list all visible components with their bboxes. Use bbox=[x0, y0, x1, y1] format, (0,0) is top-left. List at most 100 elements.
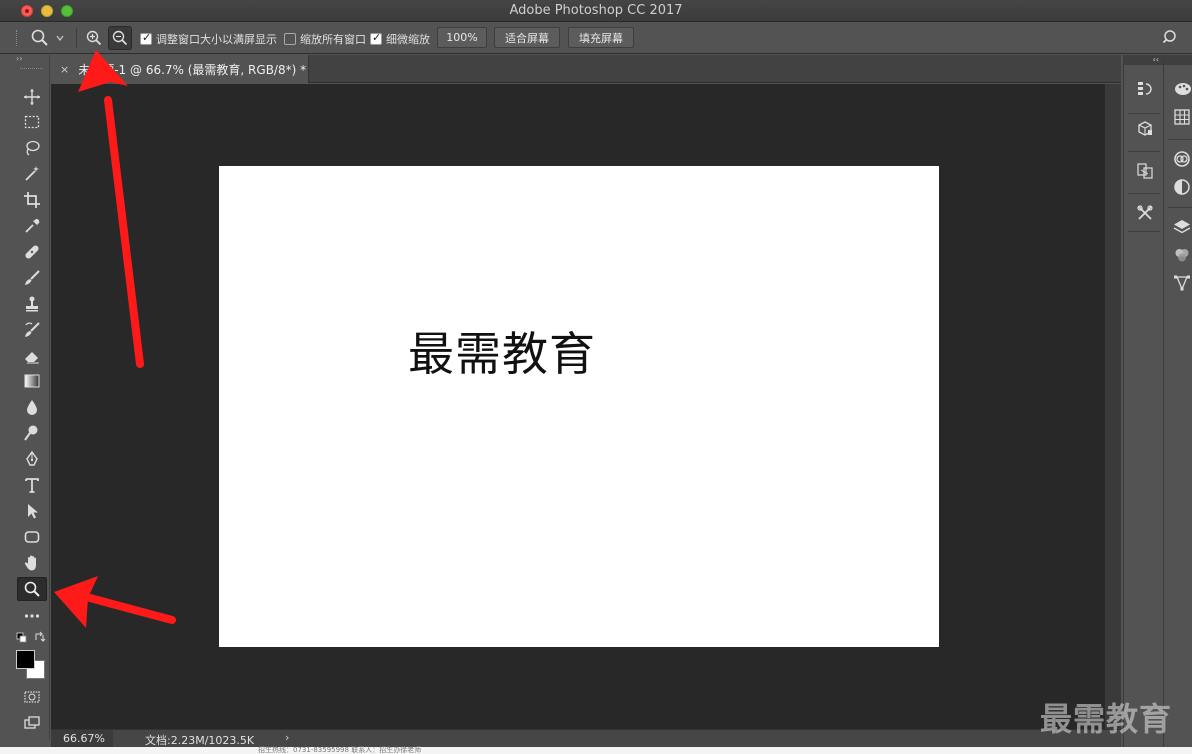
scrubby-zoom-label: 细微缩放 bbox=[386, 33, 430, 46]
rectangle-tool-button[interactable] bbox=[17, 525, 47, 549]
options-grip[interactable] bbox=[16, 30, 18, 46]
swatches-panel-button[interactable] bbox=[1172, 107, 1192, 127]
toolbar-grip[interactable] bbox=[20, 68, 43, 72]
document-size-info: 文档:2.23M/1023.5K bbox=[145, 734, 255, 747]
vertical-scrollbar[interactable] bbox=[1104, 84, 1121, 729]
lasso-tool-button[interactable] bbox=[17, 136, 47, 160]
dodge-icon bbox=[24, 425, 38, 441]
color-panel-button[interactable] bbox=[1172, 79, 1192, 99]
layers-icon bbox=[1173, 220, 1191, 234]
blur-tool-button[interactable] bbox=[17, 395, 47, 419]
zoom-100-button[interactable]: 100% bbox=[437, 27, 487, 48]
gradient-tool-button[interactable] bbox=[17, 369, 47, 393]
checkbox-unchecked[interactable] bbox=[284, 33, 296, 45]
more-icon bbox=[24, 614, 40, 618]
drop-icon bbox=[27, 400, 37, 415]
hand-icon bbox=[24, 555, 36, 571]
channels-panel-button[interactable] bbox=[1172, 245, 1192, 265]
divider bbox=[1128, 231, 1160, 232]
history-brush-tool-button[interactable] bbox=[17, 318, 47, 342]
status-menu-arrow[interactable]: › bbox=[285, 731, 289, 744]
paths-panel-secondary-button[interactable] bbox=[1172, 273, 1192, 293]
fit-screen-button[interactable]: 适合屏幕 bbox=[494, 27, 560, 48]
foreground-color-swatch[interactable] bbox=[16, 650, 35, 669]
panel-dock-secondary bbox=[1163, 55, 1192, 747]
clone-stamp-tool-button[interactable] bbox=[17, 292, 47, 316]
move-tool-button[interactable] bbox=[17, 85, 47, 109]
layers-panel-button[interactable] bbox=[1172, 217, 1192, 237]
marquee-tool-button[interactable] bbox=[17, 110, 47, 134]
history-panel-button[interactable] bbox=[1135, 79, 1155, 99]
checkbox-checked[interactable] bbox=[140, 31, 152, 45]
checkbox-checked[interactable] bbox=[370, 31, 382, 45]
zoom-tool-button[interactable] bbox=[17, 577, 47, 601]
type-tool-button[interactable] bbox=[17, 473, 47, 497]
document-canvas[interactable]: 最需教育 bbox=[219, 166, 939, 647]
healing-brush-tool-button[interactable] bbox=[17, 240, 47, 264]
magnifier-icon bbox=[24, 581, 40, 597]
tools-panel: ›› bbox=[14, 55, 50, 740]
type-icon bbox=[25, 478, 39, 493]
divider bbox=[1128, 113, 1160, 114]
brush-icon bbox=[25, 270, 40, 285]
zoom-out-icon bbox=[112, 30, 128, 46]
divider bbox=[1128, 151, 1160, 152]
default-colors-icon[interactable] bbox=[16, 632, 28, 644]
screen-mode-button[interactable] bbox=[17, 711, 47, 735]
palette-icon bbox=[1175, 83, 1191, 95]
document-tab[interactable]: × 未标题-1 @ 66.7% (最需教育, RGB/8*) * bbox=[51, 55, 309, 83]
search-button[interactable] bbox=[1162, 29, 1180, 50]
footer-text: 招生热线：0731-83595998 联系人：招生办徐老师 bbox=[258, 746, 422, 754]
divider bbox=[1168, 139, 1192, 140]
zoom-out-button[interactable] bbox=[108, 26, 132, 50]
magic-wand-tool-button[interactable] bbox=[17, 162, 47, 186]
collapse-dock-icon[interactable]: ‹‹ bbox=[1124, 55, 1163, 65]
paths-icon bbox=[1137, 163, 1153, 179]
chevron-down-icon bbox=[56, 35, 64, 41]
pen-tool-button[interactable] bbox=[17, 447, 47, 471]
zoom-in-button[interactable] bbox=[82, 26, 106, 50]
edit-toolbar-button[interactable] bbox=[17, 604, 47, 628]
screen-mode-icon bbox=[24, 716, 40, 729]
cube-icon bbox=[1138, 121, 1152, 136]
hand-tool-button[interactable] bbox=[17, 551, 47, 575]
brush-tool-button[interactable] bbox=[17, 266, 47, 290]
close-tab-icon[interactable]: × bbox=[60, 63, 69, 76]
window-title: Adobe Photoshop CC 2017 bbox=[509, 3, 683, 18]
arrow-cursor-icon bbox=[28, 504, 38, 519]
quick-mask-icon bbox=[24, 691, 40, 703]
document-tab-label: 未标题-1 @ 66.7% (最需教育, RGB/8*) * bbox=[78, 62, 307, 77]
tool-presets-panel-button[interactable] bbox=[1135, 203, 1155, 223]
eraser-tool-button[interactable] bbox=[17, 344, 47, 368]
collapse-dock-icon[interactable] bbox=[1164, 55, 1192, 65]
quick-mask-button[interactable] bbox=[17, 685, 47, 709]
footer-strip bbox=[0, 747, 1192, 754]
paths-panel-button[interactable] bbox=[1135, 161, 1155, 181]
zoom-all-windows-label: 缩放所有窗口 bbox=[300, 33, 366, 46]
stamp-icon bbox=[26, 296, 38, 312]
adjustments-panel-button[interactable] bbox=[1172, 177, 1192, 197]
resize-windows-checkbox[interactable]: 调整窗口大小以满屏显示 bbox=[140, 31, 277, 47]
search-icon bbox=[1162, 30, 1176, 44]
tool-preset-picker[interactable] bbox=[30, 27, 70, 49]
eyedropper-icon bbox=[25, 218, 40, 233]
scrubby-zoom-checkbox[interactable]: 细微缩放 bbox=[370, 31, 430, 47]
path-selection-tool-button[interactable] bbox=[17, 499, 47, 523]
channels-icon bbox=[1175, 249, 1189, 262]
eyedropper-tool-button[interactable] bbox=[17, 214, 47, 238]
separator bbox=[76, 28, 77, 48]
zoom-all-windows-checkbox[interactable]: 缩放所有窗口 bbox=[284, 31, 366, 47]
dodge-tool-button[interactable] bbox=[17, 421, 47, 445]
history-brush-icon bbox=[25, 322, 40, 337]
crop-tool-button[interactable] bbox=[17, 188, 47, 212]
zoom-in-icon bbox=[86, 30, 102, 46]
collapse-toolbar-icon[interactable]: ›› bbox=[14, 55, 49, 65]
libraries-panel-button[interactable] bbox=[1172, 149, 1192, 169]
pen-icon bbox=[26, 450, 38, 466]
panel-dock-icons: ‹‹ bbox=[1123, 55, 1163, 747]
gradient-icon bbox=[24, 374, 40, 388]
lasso-icon bbox=[26, 140, 40, 156]
3d-panel-button[interactable] bbox=[1135, 119, 1155, 139]
fill-screen-button[interactable]: 填充屏幕 bbox=[568, 27, 634, 48]
swap-colors-icon[interactable] bbox=[34, 631, 46, 643]
